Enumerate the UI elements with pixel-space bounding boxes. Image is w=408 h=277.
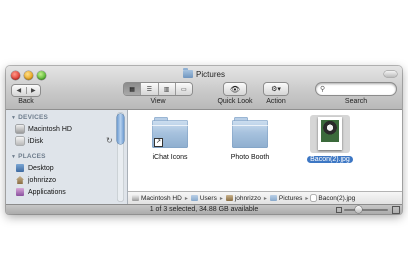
path-separator-icon: ▸	[219, 195, 223, 202]
sidebar-header-devices[interactable]: ▼ DEVICES	[11, 114, 48, 121]
icon-view-icon[interactable]: ▦	[124, 83, 141, 95]
home-icon	[16, 176, 24, 184]
column-view-icon[interactable]: ▥	[157, 83, 175, 95]
search-field[interactable]: ⚲	[316, 83, 396, 95]
sidebar-item-label: Desktop	[28, 164, 54, 172]
applications-icon	[16, 188, 24, 196]
file-icon	[311, 195, 317, 201]
path-item-users[interactable]: Users	[190, 195, 217, 202]
file-item-ichat-icons[interactable]: ↗ iChat Icons	[140, 117, 200, 161]
back-label: Back	[18, 98, 34, 105]
path-separator-icon: ▸	[263, 195, 267, 202]
folder-icon: ↗	[152, 117, 188, 148]
list-view-icon[interactable]: ☰	[140, 83, 157, 95]
quick-look-button[interactable]: 👁	[224, 83, 246, 95]
sidebar-header-places[interactable]: ▼ PLACES	[11, 153, 46, 160]
slider-knob[interactable]	[355, 206, 362, 213]
image-thumbnail	[318, 117, 342, 150]
file-label: iChat Icons	[152, 154, 188, 161]
folder-icon	[183, 68, 194, 78]
home-icon	[225, 195, 233, 201]
alias-arrow-icon: ↗	[154, 138, 163, 147]
back-forward-buttons[interactable]: ◀ ▶	[12, 85, 40, 96]
disclosure-triangle-icon[interactable]: ▼	[11, 154, 16, 160]
icon-size-slider[interactable]	[344, 206, 388, 213]
status-bar: 1 of 3 selected, 34.88 GB available	[6, 204, 402, 214]
action-button[interactable]: ⚙▾	[264, 83, 288, 95]
folder-icon	[269, 195, 277, 201]
search-input[interactable]	[328, 84, 390, 93]
small-icon-size-icon	[336, 207, 342, 213]
gear-icon: ⚙▾	[271, 86, 281, 93]
idisk-icon	[16, 137, 24, 145]
window-title: Pictures	[6, 68, 402, 79]
path-item-pictures[interactable]: Pictures	[269, 195, 302, 202]
large-icon-size-icon	[392, 206, 400, 214]
window-title-text: Pictures	[196, 70, 225, 79]
hard-drive-icon	[16, 125, 24, 133]
folder-icon	[232, 117, 268, 148]
folder-icon	[190, 195, 198, 201]
sidebar-item-label: Applications	[28, 188, 66, 196]
path-separator-icon: ▸	[305, 195, 309, 202]
scrollbar-thumb[interactable]	[117, 114, 124, 144]
sidebar-item-label: iDisk	[28, 137, 44, 145]
search-icon: ⚲	[320, 86, 326, 93]
path-bar: Macintosh HD ▸ Users ▸ johnrizzo ▸ Pictu…	[128, 191, 402, 204]
sidebar-item-desktop[interactable]: Desktop	[16, 163, 116, 173]
sync-icon[interactable]: ↻	[106, 136, 113, 145]
sidebar: ▼ DEVICES Macintosh HD iDisk ↻ ▼ PLACES De…	[6, 110, 128, 204]
sidebar-item-label: johnrizzo	[28, 176, 57, 184]
toolbar-toggle-button[interactable]	[384, 71, 397, 77]
view-label: View	[150, 98, 166, 105]
quick-look-label: Quick Look	[217, 98, 253, 105]
sidebar-scrollbar[interactable]	[117, 112, 124, 202]
sidebar-item-macintosh-hd[interactable]: Macintosh HD	[16, 124, 116, 134]
toolbar: Pictures ◀ ▶ Back ▦ ☰ ▥ ▭ View 👁 Quick L…	[6, 66, 402, 110]
coverflow-view-icon[interactable]: ▭	[174, 83, 192, 95]
file-item-bacon-jpg[interactable]: Bacon(2).jpg	[300, 115, 360, 163]
file-label: Photo Booth	[230, 154, 270, 161]
eye-icon: 👁	[229, 84, 241, 94]
disclosure-triangle-icon[interactable]: ▼	[11, 115, 16, 121]
hard-drive-icon	[132, 195, 139, 201]
search-label: Search	[344, 98, 368, 105]
action-label: Action	[266, 98, 286, 105]
photo-preview	[321, 120, 339, 142]
path-item-bacon-jpg[interactable]: Bacon(2).jpg	[311, 195, 355, 202]
back-arrow-icon[interactable]: ◀	[12, 87, 26, 94]
selection-highlight	[310, 115, 350, 153]
path-item-macintosh-hd[interactable]: Macintosh HD	[132, 195, 182, 202]
sidebar-item-label: Macintosh HD	[28, 125, 72, 133]
file-area[interactable]: ↗ iChat Icons Photo Booth Bacon(2).jpg	[128, 110, 402, 191]
sidebar-item-applications[interactable]: Applications	[16, 187, 116, 197]
path-item-johnrizzo[interactable]: johnrizzo	[225, 195, 261, 202]
file-label-selected[interactable]: Bacon(2).jpg	[307, 156, 353, 163]
file-item-photo-booth[interactable]: Photo Booth	[220, 117, 280, 161]
sidebar-item-idisk[interactable]: iDisk	[16, 136, 116, 146]
path-separator-icon: ▸	[184, 195, 188, 202]
sidebar-item-johnrizzo[interactable]: johnrizzo	[16, 175, 116, 185]
view-mode-buttons[interactable]: ▦ ☰ ▥ ▭	[124, 83, 192, 95]
desktop-icon	[16, 164, 24, 172]
forward-arrow-icon[interactable]: ▶	[25, 87, 41, 94]
status-text: 1 of 3 selected, 34.88 GB available	[149, 206, 259, 213]
finder-window: Pictures ◀ ▶ Back ▦ ☰ ▥ ▭ View 👁 Quick L…	[6, 66, 402, 214]
